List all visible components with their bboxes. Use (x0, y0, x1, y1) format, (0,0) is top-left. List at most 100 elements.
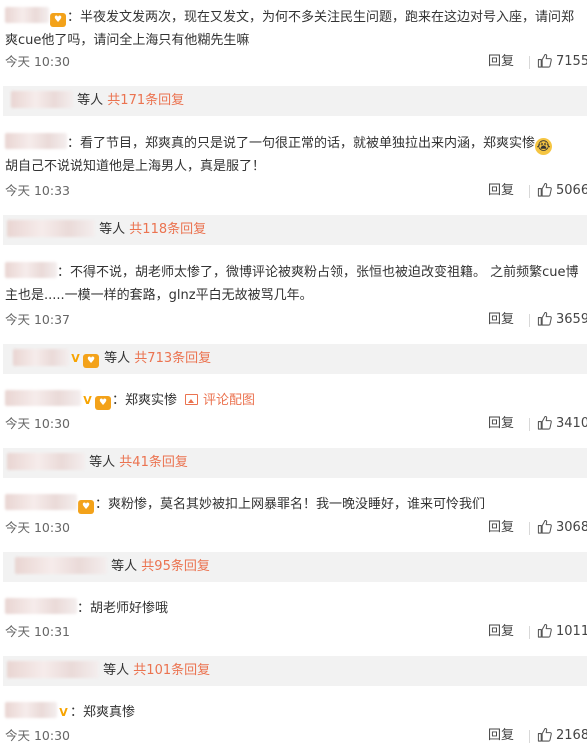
comment-meta: 今天 10:33 回复 5066 (0, 181, 587, 201)
like-count: 2168 (556, 728, 587, 743)
reply-button[interactable]: 回复 (488, 518, 514, 538)
reply-summary-bar[interactable]: 等人 共101条回复 (3, 656, 587, 686)
comment-text-block: ♥ ：爽粉惨，莫名其妙被扣上网暴罪名！我一晚没睡好，谁来可怜我们 (5, 493, 585, 516)
like-button[interactable]: 3659 (537, 310, 587, 330)
thumbs-up-icon (537, 519, 552, 534)
verified-v-icon: V (59, 706, 68, 719)
comment-time: 今天 10:37 (5, 312, 70, 327)
username-blurred[interactable] (5, 598, 77, 614)
like-button[interactable]: 3068 (537, 518, 587, 538)
reply-others-label: 等人 (104, 351, 131, 366)
username-blurred[interactable] (5, 7, 49, 23)
reply-usernames-blurred (7, 453, 85, 470)
comment-time: 今天 10:31 (5, 624, 70, 639)
comment-time: 今天 10:30 (5, 728, 70, 743)
comment-time: 今天 10:30 (5, 416, 70, 431)
crying-face-emoji-icon: 😭 (535, 138, 553, 155)
comment-time: 今天 10:30 (5, 54, 70, 69)
meta-divider (529, 185, 530, 198)
reply-button[interactable]: 回复 (488, 726, 514, 746)
reply-button[interactable]: 回复 (488, 181, 514, 201)
thumbs-up-icon (537, 182, 552, 197)
like-count: 3410 (556, 416, 587, 431)
comment-meta: 今天 10:30 回复 2168 (0, 726, 587, 746)
reply-total-link[interactable]: 共101条回复 (133, 663, 210, 678)
comment-text-block: ：不得不说，胡老师太惨了，微博评论被爽粉占领，张恒也被迫改变祖籍。 之前频繁cu… (5, 261, 585, 307)
username-blurred[interactable] (5, 262, 57, 278)
fan-level-badge-icon: ♥ (78, 500, 94, 514)
image-icon (185, 394, 199, 405)
meta-divider (529, 418, 530, 431)
reply-button[interactable]: 回复 (488, 414, 514, 434)
comment-text-continued: 胡自己不说说知道他是上海男人，真是服了！ (5, 159, 266, 174)
reply-others-label: 等人 (111, 559, 138, 574)
like-count: 3659 (556, 312, 587, 327)
like-button[interactable]: 2168 (537, 726, 587, 746)
meta-divider (529, 522, 530, 535)
reply-summary-bar[interactable]: 等人 共41条回复 (3, 448, 587, 478)
verified-v-icon: V (83, 394, 92, 407)
comment-meta: 今天 10:30 回复 3410 (0, 414, 587, 434)
comment-text-block: V ：郑爽真惨 (5, 701, 585, 724)
meta-divider (529, 730, 530, 743)
like-count: 5066 (556, 183, 587, 198)
comment-image-link-label: 评论配图 (203, 393, 256, 408)
reply-summary-bar[interactable]: 等人 共118条回复 (3, 215, 587, 245)
username-blurred[interactable] (5, 702, 57, 718)
meta-divider (529, 56, 530, 69)
reply-total-link[interactable]: 共95条回复 (141, 559, 210, 574)
thumbs-up-icon (537, 311, 552, 326)
reply-others-label: 等人 (103, 663, 130, 678)
like-count: 7155 (556, 54, 587, 69)
comment-meta: 今天 10:30 回复 3068 (0, 518, 587, 538)
reply-summary-bar[interactable]: 等人 共171条回复 (3, 86, 587, 116)
meta-divider (529, 314, 530, 327)
fan-level-badge-icon: ♥ (95, 396, 111, 410)
reply-usernames-blurred (7, 661, 99, 678)
comment-text-block: ♥ ：半夜发文发两次，现在又发文，为何不多关注民生问题，跑来在这边对号入座，请问郑… (5, 6, 585, 52)
comment-meta: 今天 10:31 回复 1011 (0, 622, 587, 642)
reply-others-label: 等人 (89, 455, 116, 470)
reply-total-link[interactable]: 共118条回复 (129, 222, 206, 237)
like-count: 3068 (556, 520, 587, 535)
thumbs-up-icon (537, 415, 552, 430)
fan-level-badge-icon: ♥ (50, 13, 66, 27)
thumbs-up-icon (537, 53, 552, 68)
comment-text: ：郑爽真惨 (70, 705, 136, 720)
like-button[interactable]: 3410 (537, 414, 587, 434)
like-button[interactable]: 1011 (537, 622, 587, 642)
username-blurred[interactable] (5, 133, 67, 149)
reply-total-link[interactable]: 共41条回复 (119, 455, 188, 470)
username-blurred[interactable] (5, 390, 81, 406)
reply-usernames-blurred (13, 349, 69, 366)
reply-usernames-blurred (11, 91, 73, 108)
fan-level-badge-icon: ♥ (83, 354, 99, 368)
reply-button[interactable]: 回复 (488, 310, 514, 330)
comment-text-block: ：胡老师好惨哦 (5, 597, 585, 620)
meta-divider (529, 626, 530, 639)
username-blurred[interactable] (5, 494, 77, 510)
comment-image-link[interactable]: 评论配图 (185, 393, 255, 408)
reply-summary-bar[interactable]: 等人 共95条回复 (3, 552, 587, 582)
reply-total-link[interactable]: 共171条回复 (107, 93, 184, 108)
comment-time: 今天 10:30 (5, 520, 70, 535)
reply-usernames-blurred (7, 220, 95, 237)
reply-button[interactable]: 回复 (488, 622, 514, 642)
comment-text: ：半夜发文发两次，现在又发文，为何不多关注民生问题，跑来在这边对号入座，请问郑爽… (5, 10, 575, 48)
reply-others-label: 等人 (77, 93, 104, 108)
like-button[interactable]: 5066 (537, 181, 587, 201)
comment-text: ：胡老师好惨哦 (77, 601, 169, 616)
comment-text-block: V ♥ ：郑爽实惨 评论配图 (5, 389, 585, 412)
comment-text: ：爽粉惨，莫名其妙被扣上网暴罪名！我一晚没睡好，谁来可怜我们 (95, 497, 486, 512)
reply-summary-bar[interactable]: V ♥ 等人 共713条回复 (3, 344, 587, 374)
reply-others-label: 等人 (99, 222, 126, 237)
like-button[interactable]: 7155 (537, 52, 587, 72)
comment-text: ：不得不说，胡老师太惨了，微博评论被爽粉占领，张恒也被迫改变祖籍。 之前频繁cu… (5, 265, 579, 303)
reply-button[interactable]: 回复 (488, 52, 514, 72)
reply-usernames-blurred (15, 557, 107, 574)
verified-v-icon: V (71, 352, 80, 365)
comment-text: ：看了节目，郑爽真的只是说了一句很正常的话，就被单独拉出来内涵，郑爽实惨 (67, 136, 536, 151)
comment-text-block: ：看了节目，郑爽真的只是说了一句很正常的话，就被单独拉出来内涵，郑爽实惨😭 胡自己… (5, 132, 585, 178)
comment-text: ：郑爽实惨 (112, 393, 178, 408)
reply-total-link[interactable]: 共713条回复 (134, 351, 211, 366)
